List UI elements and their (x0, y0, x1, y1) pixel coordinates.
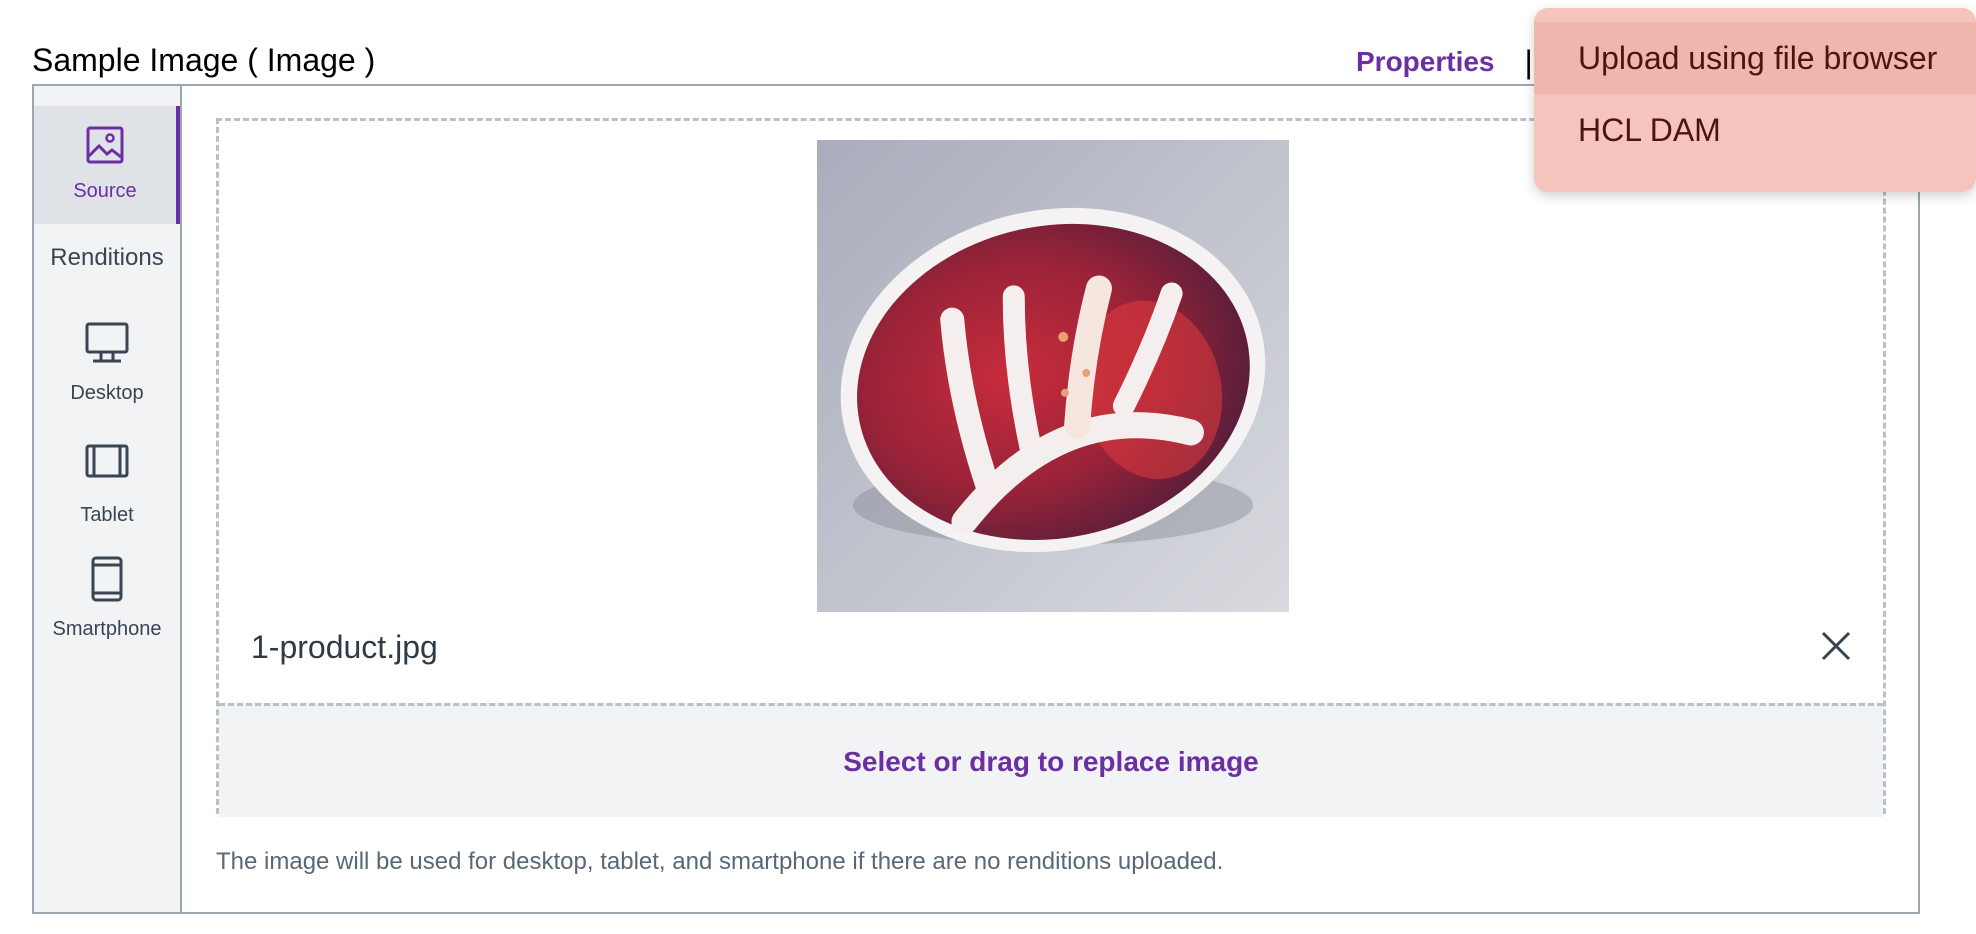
sidebar-item-label: Source (73, 180, 137, 202)
close-icon[interactable] (1819, 629, 1853, 663)
monitor-icon (85, 322, 129, 364)
sidebar-item-smartphone[interactable]: Smartphone (34, 548, 180, 658)
content-area: 1-product.jpg Select or drag to replace … (182, 86, 1918, 912)
image-editor-panel: Source Renditions Desktop Tablet Smartph… (32, 84, 1920, 914)
properties-link[interactable]: Properties (1356, 44, 1495, 80)
sidebar-item-source[interactable]: Source (34, 106, 180, 224)
image-dropzone[interactable]: 1-product.jpg Select or drag to replace … (216, 118, 1886, 817)
sidebar-item-label: Desktop (70, 382, 144, 404)
menu-item-hcl-dam[interactable]: HCL DAM (1534, 94, 1976, 166)
replace-image-button[interactable]: Select or drag to replace image (219, 703, 1883, 817)
sidebar-item-tablet[interactable]: Tablet (34, 436, 180, 536)
sidebar-item-desktop[interactable]: Desktop (34, 314, 180, 414)
header-links: Properties | (1356, 44, 1533, 80)
renditions-heading: Renditions (50, 244, 164, 271)
sidebar-item-label: Tablet (80, 504, 134, 526)
menu-item-upload-file-browser[interactable]: Upload using file browser (1534, 22, 1976, 94)
page-title: Sample Image ( Image ) (32, 42, 376, 78)
tablet-icon (85, 444, 129, 478)
sidebar: Source Renditions Desktop Tablet Smartph… (34, 86, 182, 912)
upload-dropdown-menu: Upload using file browser HCL DAM (1534, 8, 1976, 192)
smartphone-icon (91, 556, 123, 602)
image-icon (86, 126, 124, 164)
file-name: 1-product.jpg (251, 629, 438, 665)
image-preview (817, 140, 1289, 612)
helper-text: The image will be used for desktop, tabl… (216, 848, 1224, 875)
header-divider: | (1524, 44, 1533, 80)
sidebar-item-label: Smartphone (52, 618, 162, 640)
